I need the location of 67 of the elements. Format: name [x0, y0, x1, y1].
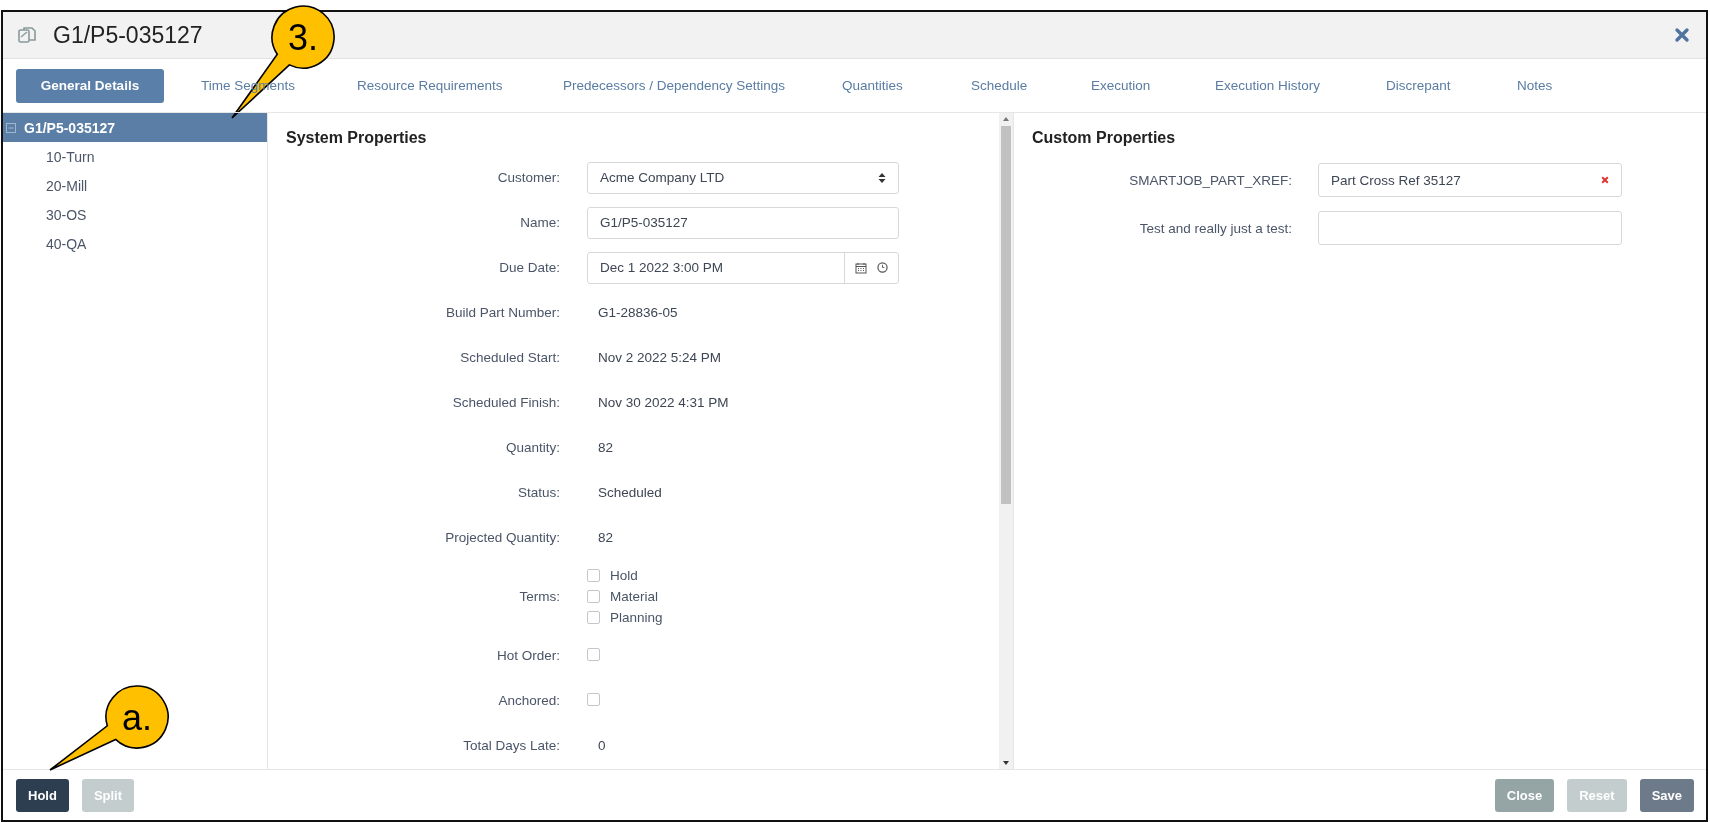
field-label: Test and really just a test: — [1138, 220, 1292, 236]
field-label: Quantity: — [504, 440, 560, 455]
checkbox[interactable] — [587, 692, 600, 706]
scroll-up-icon[interactable] — [1002, 116, 1010, 122]
customer-select[interactable]: Acme Company LTD — [587, 161, 899, 194]
checkbox-label: Hold — [610, 568, 638, 583]
field-label: Total Days Late: — [462, 738, 560, 753]
section-title: Custom Properties — [1032, 129, 1177, 147]
field-label: Terms: — [518, 589, 560, 604]
tree-item[interactable]: 40-QA — [3, 229, 267, 258]
checkbox[interactable] — [587, 569, 600, 582]
field-value: 82 — [597, 440, 614, 455]
field-label: Due Date: — [498, 260, 560, 275]
caret-icon — [878, 171, 886, 184]
field-label: Projected Quantity: — [444, 530, 560, 545]
checkbox-label: Material — [610, 589, 658, 604]
input-field[interactable] — [1318, 211, 1622, 245]
field-label: Hot Order: — [495, 648, 560, 663]
field-value: 82 — [597, 530, 614, 545]
field-value: Nov 30 2022 4:31 PM — [597, 395, 729, 410]
checkbox-label: Planning — [610, 610, 663, 625]
checkbox[interactable] — [587, 590, 600, 603]
field-value: G1-28836-05 — [597, 305, 678, 320]
field-label: Name: — [519, 215, 560, 230]
tab[interactable]: Schedule — [971, 70, 1091, 101]
field-label: SMARTJOB_PART_XREF: — [1128, 172, 1292, 188]
tab[interactable]: Predecessors / Dependency Settings — [563, 70, 842, 101]
field-label: Scheduled Start: — [459, 350, 560, 365]
field-value: Scheduled — [597, 485, 662, 500]
tab[interactable]: General Details — [16, 68, 164, 103]
scrollbar[interactable] — [999, 113, 1013, 769]
calendar-icon[interactable] — [855, 261, 867, 274]
field-value: 0 — [597, 738, 606, 753]
window-title: G1/P5-035127 — [53, 21, 203, 49]
action-button[interactable]: Save — [1639, 778, 1694, 812]
tab[interactable]: Quantities — [842, 70, 971, 101]
tree-item[interactable]: 30-OS — [3, 200, 267, 229]
callout-label: 3. — [288, 17, 318, 58]
tree-item[interactable]: 10-Turn — [3, 142, 267, 171]
checkbox[interactable] — [587, 647, 600, 661]
input-field[interactable]: Part Cross Ref 35127 — [1318, 163, 1622, 197]
action-button[interactable]: Hold — [16, 778, 69, 812]
field-label: Scheduled Finish: — [451, 395, 560, 410]
input-field[interactable]: G1/P5-035127 — [587, 206, 899, 239]
tab[interactable]: Discrepant — [1386, 70, 1517, 101]
field-value: Nov 2 2022 5:24 PM — [597, 350, 722, 365]
checkbox[interactable] — [587, 611, 600, 624]
scroll-down-icon[interactable] — [1002, 760, 1010, 766]
date-field[interactable]: Dec 1 2022 3:00 PM — [587, 251, 899, 284]
tree-item[interactable]: G1/P5-035127 — [3, 113, 267, 142]
tab[interactable]: Resource Requirements — [357, 70, 563, 101]
collapse-icon[interactable] — [6, 122, 16, 133]
clock-icon[interactable] — [877, 262, 888, 273]
callout-label: a. — [122, 697, 152, 738]
field-label: Customer: — [496, 170, 560, 185]
tree-item[interactable]: 20-Mill — [3, 171, 267, 200]
field-label: Anchored: — [497, 693, 560, 708]
section-title: System Properties — [286, 129, 428, 147]
copy-icon — [17, 25, 37, 45]
tab[interactable]: Execution — [1091, 70, 1215, 101]
tab[interactable]: Execution History — [1215, 70, 1386, 101]
field-label: Status: — [516, 485, 560, 500]
tab[interactable]: Notes — [1517, 70, 1597, 101]
field-label: Build Part Number: — [444, 305, 560, 320]
clear-icon[interactable] — [1601, 176, 1609, 184]
action-button[interactable]: Close — [1494, 778, 1555, 812]
close-icon[interactable] — [1674, 27, 1690, 43]
